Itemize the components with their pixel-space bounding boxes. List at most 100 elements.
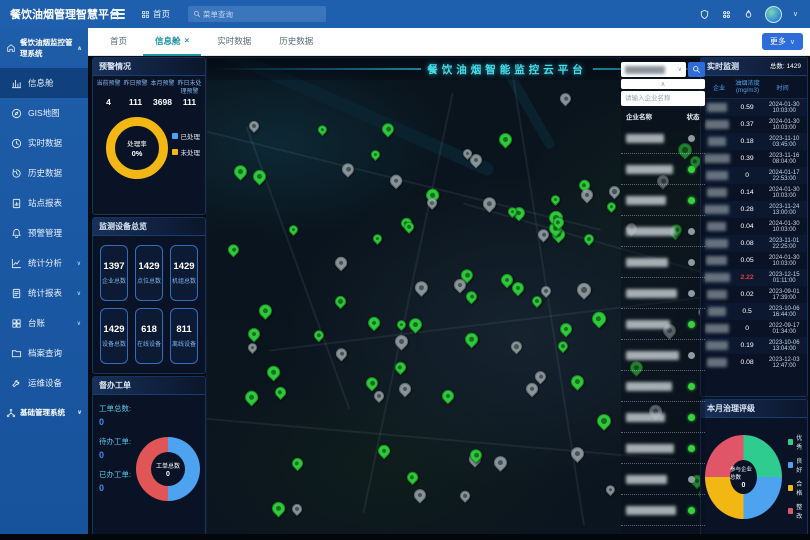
sidebar-section-base-management-system[interactable]: 基础管理系统∨ bbox=[0, 398, 88, 427]
map-marker[interactable] bbox=[569, 372, 588, 391]
map-marker[interactable] bbox=[264, 364, 282, 382]
tab-info-cabin[interactable]: 信息舱× bbox=[143, 27, 201, 56]
menu-search-input[interactable] bbox=[201, 9, 321, 20]
map-marker[interactable] bbox=[574, 280, 593, 299]
device-stat-card[interactable]: 811离线设备 bbox=[170, 308, 198, 364]
chevron-down-icon[interactable]: ∨ bbox=[793, 10, 798, 18]
realtime-table-row[interactable]: 0.392023-11-16 08:04:00 bbox=[701, 150, 807, 167]
map-marker[interactable] bbox=[557, 321, 574, 338]
tab-home[interactable]: 首页 bbox=[98, 27, 139, 56]
shield-icon[interactable] bbox=[699, 9, 710, 20]
realtime-table-row[interactable]: 0.082023-11-01 22:25:00 bbox=[701, 235, 807, 252]
close-tab-icon[interactable]: × bbox=[185, 36, 190, 45]
device-stat-card[interactable]: 618在线设备 bbox=[135, 308, 163, 364]
tab-realtime-data[interactable]: 实时数据 bbox=[205, 27, 263, 56]
device-stat-card[interactable]: 1429机组总数 bbox=[170, 245, 198, 301]
map-marker[interactable] bbox=[363, 374, 380, 391]
map-marker[interactable] bbox=[606, 200, 619, 213]
company-list-row[interactable] bbox=[621, 123, 705, 154]
realtime-table-row[interactable]: 0.082023-12-03 12:47:00 bbox=[701, 354, 807, 371]
sidebar-item-stat-report[interactable]: 统计报表∨ bbox=[0, 278, 88, 308]
map-marker[interactable] bbox=[273, 385, 288, 400]
sidebar-item-alert-management[interactable]: 预警管理 bbox=[0, 218, 88, 248]
sidebar-item-ops-device[interactable]: 运维设备 bbox=[0, 368, 88, 398]
map-marker[interactable] bbox=[333, 254, 350, 271]
sidebar-section-smoke-monitor-system[interactable]: 餐饮油烟监控管理系统∧ bbox=[0, 28, 88, 68]
tab-history-data[interactable]: 历史数据 bbox=[267, 27, 325, 56]
map-marker[interactable] bbox=[549, 194, 562, 207]
realtime-table-row[interactable]: 0.042024-01-30 10:03:00 bbox=[701, 218, 807, 235]
map-marker[interactable] bbox=[462, 330, 480, 348]
sidebar-item-gis-map[interactable]: GIS地图 bbox=[0, 98, 88, 128]
map-marker[interactable] bbox=[269, 499, 287, 517]
company-list-row[interactable] bbox=[621, 278, 705, 309]
map-marker[interactable] bbox=[316, 123, 329, 136]
realtime-table-row[interactable]: 0.022023-09-01 17:39:00 bbox=[701, 286, 807, 303]
map-marker[interactable] bbox=[371, 232, 384, 245]
realtime-table-row[interactable]: 0.142024-01-30 10:03:00 bbox=[701, 184, 807, 201]
device-stat-card[interactable]: 1429点位总数 bbox=[135, 245, 163, 301]
company-list-row[interactable] bbox=[621, 402, 705, 433]
realtime-table-row[interactable]: 0.192023-10-06 13:04:00 bbox=[701, 337, 807, 354]
collapse-toggle[interactable]: ∧ bbox=[621, 79, 705, 89]
map-marker[interactable] bbox=[458, 489, 472, 503]
sidebar-item-stat-analysis[interactable]: 统计分析∨ bbox=[0, 248, 88, 278]
map-marker[interactable] bbox=[582, 232, 596, 246]
hamburger-menu-icon[interactable] bbox=[112, 9, 125, 19]
map-marker[interactable] bbox=[411, 487, 428, 504]
avatar[interactable] bbox=[765, 6, 782, 23]
map-marker[interactable] bbox=[369, 149, 382, 162]
company-list-row[interactable] bbox=[621, 216, 705, 247]
company-list-row[interactable] bbox=[621, 154, 705, 185]
company-list-row[interactable] bbox=[621, 433, 705, 464]
device-stat-card[interactable]: 1429设备总数 bbox=[100, 308, 128, 364]
sidebar-item-archive-query[interactable]: 档案查询 bbox=[0, 338, 88, 368]
apps-icon[interactable] bbox=[721, 9, 732, 20]
map-marker[interactable] bbox=[388, 173, 404, 189]
realtime-table-row[interactable]: 0.52023-10-06 16:44:00 bbox=[701, 303, 807, 320]
map-marker[interactable] bbox=[257, 301, 276, 320]
map-marker[interactable] bbox=[289, 502, 303, 516]
map-marker[interactable] bbox=[225, 242, 241, 258]
realtime-table-row[interactable]: 02024-01-17 22:53:00 bbox=[701, 167, 807, 184]
company-list-row[interactable] bbox=[621, 309, 705, 340]
company-list-row[interactable] bbox=[621, 495, 705, 526]
company-search-button[interactable] bbox=[688, 62, 705, 77]
realtime-table-row[interactable]: 0.372024-01-30 10:03:00 bbox=[701, 116, 807, 133]
map-marker[interactable] bbox=[533, 369, 549, 385]
map-marker[interactable] bbox=[243, 388, 261, 406]
map-marker[interactable] bbox=[530, 294, 544, 308]
sidebar-item-station-report[interactable]: 站点报表 bbox=[0, 188, 88, 218]
map-marker[interactable] bbox=[366, 314, 383, 331]
map-marker[interactable] bbox=[509, 339, 525, 355]
more-button[interactable]: 更多∨ bbox=[762, 33, 803, 50]
company-list-row[interactable] bbox=[621, 185, 705, 216]
realtime-table-row[interactable]: 2.222023-12-15 01:11:00 bbox=[701, 269, 807, 286]
company-list-row[interactable] bbox=[621, 371, 705, 402]
company-list-row[interactable] bbox=[621, 464, 705, 495]
map-marker[interactable] bbox=[396, 380, 413, 397]
realtime-table-row[interactable]: 02022-09-17 01:34:00 bbox=[701, 320, 807, 337]
map-marker[interactable] bbox=[497, 131, 516, 150]
map-marker[interactable] bbox=[604, 483, 617, 496]
realtime-table-row[interactable]: 0.052024-01-30 10:03:00 bbox=[701, 252, 807, 269]
sidebar-item-ledger[interactable]: 台账∨ bbox=[0, 308, 88, 338]
nav-home[interactable]: 首页 bbox=[141, 8, 170, 20]
company-list-row[interactable] bbox=[621, 247, 705, 278]
flame-icon[interactable] bbox=[743, 9, 754, 20]
sidebar-item-dashboard[interactable]: 信息舱 bbox=[0, 68, 88, 98]
realtime-table-row[interactable]: 0.182023-11-10 03:45:00 bbox=[701, 133, 807, 150]
map-marker[interactable] bbox=[246, 341, 259, 354]
map-marker[interactable] bbox=[333, 345, 349, 361]
map-marker[interactable] bbox=[556, 338, 570, 352]
realtime-table-row[interactable]: 0.282023-11-24 13:00:00 bbox=[701, 201, 807, 218]
map-marker[interactable] bbox=[245, 325, 262, 342]
map-marker[interactable] bbox=[523, 381, 540, 398]
device-stat-card[interactable]: 1397企业总数 bbox=[100, 245, 128, 301]
company-list-row[interactable] bbox=[621, 340, 705, 371]
company-search-input[interactable] bbox=[621, 91, 705, 106]
realtime-table-row[interactable]: 0.592024-01-30 10:03:00 bbox=[701, 99, 807, 116]
map-marker[interactable] bbox=[539, 284, 553, 298]
map-marker[interactable] bbox=[594, 411, 614, 431]
sidebar-item-realtime-data[interactable]: 实时数据 bbox=[0, 128, 88, 158]
